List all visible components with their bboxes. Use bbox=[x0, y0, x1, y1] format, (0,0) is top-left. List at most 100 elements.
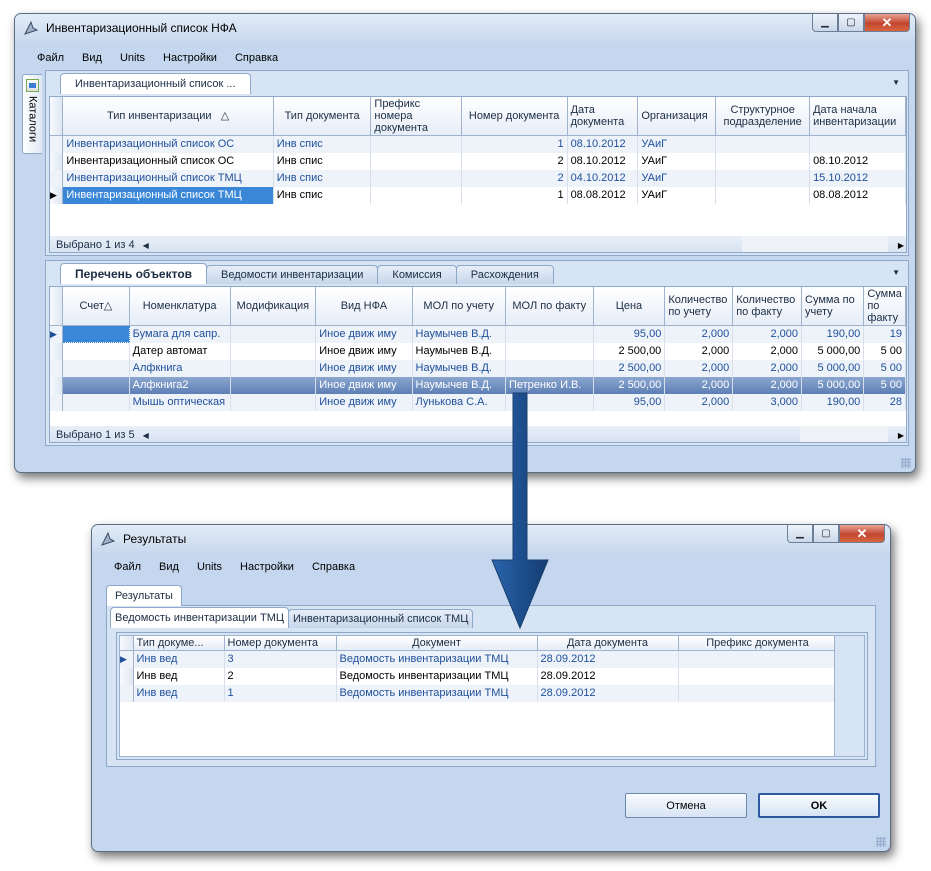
vertical-scrollbar[interactable] bbox=[834, 636, 864, 756]
table-row-highlighted[interactable]: Алфкнига2 Иное движ иму Наумычев В.Д. Петре… bbox=[50, 376, 906, 394]
col-document[interactable]: Документ bbox=[336, 636, 538, 651]
table-row[interactable]: Инв вед 1 Ведомость инвентаризации ТМЦ 28.0… bbox=[120, 684, 838, 702]
cell: Инв спис bbox=[273, 135, 372, 153]
close-button[interactable]: ✕ bbox=[839, 525, 885, 543]
results-titlebar[interactable]: Результаты ▁ ▢ ✕ bbox=[92, 525, 890, 553]
col-inventory-type[interactable]: Тип инвентаризации △ bbox=[62, 97, 274, 136]
col-doc-date[interactable]: Дата документа bbox=[567, 97, 639, 136]
maximize-button[interactable]: ▢ bbox=[813, 525, 839, 543]
col-doc-date[interactable]: Дата документа bbox=[537, 636, 679, 651]
minimize-button[interactable]: ▁ bbox=[812, 14, 838, 32]
menu-settings[interactable]: Настройки bbox=[154, 50, 226, 66]
cell bbox=[370, 169, 462, 187]
cell: Наумычев В.Д. bbox=[412, 376, 506, 394]
menu-units[interactable]: Units bbox=[111, 50, 154, 66]
chevron-down-icon[interactable]: ▼ bbox=[892, 78, 900, 87]
main-window: Инвентаризационный список НФА ▁ ▢ ✕ Файл… bbox=[14, 13, 916, 473]
col-mol-account[interactable]: МОЛ по учету bbox=[412, 287, 506, 326]
table-row[interactable]: Инвентаризационный список ОС Инв спис 1 08.… bbox=[50, 135, 906, 153]
cell: Бумага для сапр. bbox=[129, 325, 231, 343]
tab-document[interactable]: Инвентаризационный список ... bbox=[60, 73, 251, 94]
cell: Иное движ иму bbox=[315, 393, 413, 411]
col-qty-account[interactable]: Количество по учету bbox=[664, 287, 734, 326]
col-qty-fact[interactable]: Количество по факту bbox=[732, 287, 803, 326]
table-row[interactable]: Инвентаризационный список ОС Инв спис 2 08.… bbox=[50, 152, 906, 170]
ok-button[interactable]: OK bbox=[758, 793, 880, 818]
menu-units[interactable]: Units bbox=[188, 559, 231, 575]
horizontal-scrollbar[interactable] bbox=[800, 426, 888, 442]
scroll-right-icon[interactable]: ▶ bbox=[898, 431, 904, 440]
tab-objects-list[interactable]: Перечень объектов bbox=[60, 263, 208, 284]
col-doc-prefix[interactable]: Префикс документа bbox=[678, 636, 838, 651]
col-account[interactable]: Счет△ bbox=[62, 287, 130, 326]
menu-view[interactable]: Вид bbox=[73, 50, 111, 66]
menu-file[interactable]: Файл bbox=[28, 50, 73, 66]
col-sum-account[interactable]: Сумма по учету bbox=[801, 287, 865, 326]
col-doc-type[interactable]: Тип докуме... bbox=[133, 636, 225, 651]
table-row[interactable]: Инв вед 2 Ведомость инвентаризации ТМЦ 28.0… bbox=[120, 667, 838, 685]
tab-results[interactable]: Результаты bbox=[106, 585, 182, 606]
documents-table: Тип инвентаризации △ Тип документа Префи… bbox=[50, 97, 906, 204]
resize-grip-icon[interactable] bbox=[876, 837, 886, 847]
scroll-left-icon[interactable]: ◀ bbox=[143, 431, 149, 440]
scroll-left-icon[interactable]: ◀ bbox=[143, 241, 149, 250]
results-menubar: Файл Вид Units Настройки Справка bbox=[105, 559, 364, 575]
col-label: Тип инвентаризации bbox=[106, 110, 212, 122]
menu-help[interactable]: Справка bbox=[226, 50, 287, 66]
cell: УАиГ bbox=[637, 169, 717, 187]
menu-settings[interactable]: Настройки bbox=[231, 559, 303, 575]
tab-discrepancies[interactable]: Расхождения bbox=[455, 265, 554, 284]
table-row[interactable]: Датер автомат Иное движ иму Наумычев В.Д. 2… bbox=[50, 342, 906, 360]
tab-commission[interactable]: Комиссия bbox=[377, 265, 457, 284]
tab-inventory-sheets[interactable]: Ведомости инвентаризации bbox=[206, 265, 379, 284]
col-doc-type[interactable]: Тип документа bbox=[273, 97, 372, 136]
table-row[interactable]: Инвентаризационный список ТМЦ Инв спис 2 04… bbox=[50, 169, 906, 187]
table-row[interactable]: Мышь оптическая Иное движ иму Лунькова С.А… bbox=[50, 393, 906, 411]
col-start-date[interactable]: Дата начала инвентаризации bbox=[809, 97, 906, 136]
cell: 3,000 bbox=[732, 393, 803, 411]
cell: 1 bbox=[224, 684, 337, 702]
table-row-selected[interactable]: ▶ Инвентаризационный список ТМЦ Инв спис 1 0… bbox=[50, 186, 906, 204]
catalogs-side-tab[interactable]: Каталоги bbox=[22, 74, 42, 154]
minimize-button[interactable]: ▁ bbox=[787, 525, 813, 543]
col-prefix[interactable]: Префикс номера документа bbox=[370, 97, 462, 136]
col-price[interactable]: Цена bbox=[593, 287, 666, 326]
table-row[interactable]: ▶ Бумага для сапр. Иное движ иму Наумычев В… bbox=[50, 325, 906, 343]
close-button[interactable]: ✕ bbox=[864, 14, 910, 32]
cell: Инвентаризационный список ТМЦ bbox=[62, 169, 274, 187]
current-row-icon: ▶ bbox=[120, 654, 127, 665]
cell: Инвентаризационный список ТМЦ bbox=[62, 186, 274, 204]
table-row[interactable]: Алфкнига Иное движ иму Наумычев В.Д. 2 500,… bbox=[50, 359, 906, 377]
row-indicator bbox=[50, 393, 64, 411]
col-nomenclature[interactable]: Номенклатура bbox=[129, 287, 231, 326]
cell: 2,000 bbox=[664, 359, 734, 377]
menu-help[interactable]: Справка bbox=[303, 559, 364, 575]
cell: 5 000,00 bbox=[801, 376, 865, 394]
scroll-right-icon[interactable]: ▶ bbox=[898, 241, 904, 250]
cell: УАиГ bbox=[637, 186, 717, 204]
main-titlebar[interactable]: Инвентаризационный список НФА ▁ ▢ ✕ bbox=[15, 14, 915, 42]
col-doc-number[interactable]: Номер документа bbox=[224, 636, 337, 651]
resize-grip-icon[interactable] bbox=[901, 458, 911, 468]
cell: 5 00 bbox=[863, 359, 906, 377]
app-icon bbox=[24, 20, 39, 35]
col-modification[interactable]: Модификация bbox=[230, 287, 317, 326]
horizontal-scrollbar[interactable] bbox=[742, 236, 888, 252]
menu-file[interactable]: Файл bbox=[105, 559, 150, 575]
chevron-down-icon[interactable]: ▼ bbox=[892, 268, 900, 277]
table-row[interactable]: ▶ Инв вед 3 Ведомость инвентаризации ТМЦ 28.… bbox=[120, 650, 838, 668]
cancel-button[interactable]: Отмена bbox=[625, 793, 747, 818]
tab-inventory-list-tmc[interactable]: Инвентаризационный список ТМЦ bbox=[288, 609, 474, 628]
col-nfa-type[interactable]: Вид НФА bbox=[315, 287, 413, 326]
col-mol-fact[interactable]: МОЛ по факту bbox=[505, 287, 594, 326]
minimize-icon: ▁ bbox=[821, 17, 829, 28]
col-department[interactable]: Структурное подразделение bbox=[715, 97, 811, 136]
cell: Наумычев В.Д. bbox=[412, 342, 506, 360]
col-sum-fact[interactable]: Сумма по факту bbox=[863, 287, 906, 326]
maximize-button[interactable]: ▢ bbox=[838, 14, 864, 32]
col-organization[interactable]: Организация bbox=[637, 97, 717, 136]
tab-inventory-sheet-tmc[interactable]: Ведомость инвентаризации ТМЦ bbox=[110, 607, 290, 628]
col-doc-number[interactable]: Номер документа bbox=[461, 97, 568, 136]
cell bbox=[230, 325, 317, 343]
menu-view[interactable]: Вид bbox=[150, 559, 188, 575]
